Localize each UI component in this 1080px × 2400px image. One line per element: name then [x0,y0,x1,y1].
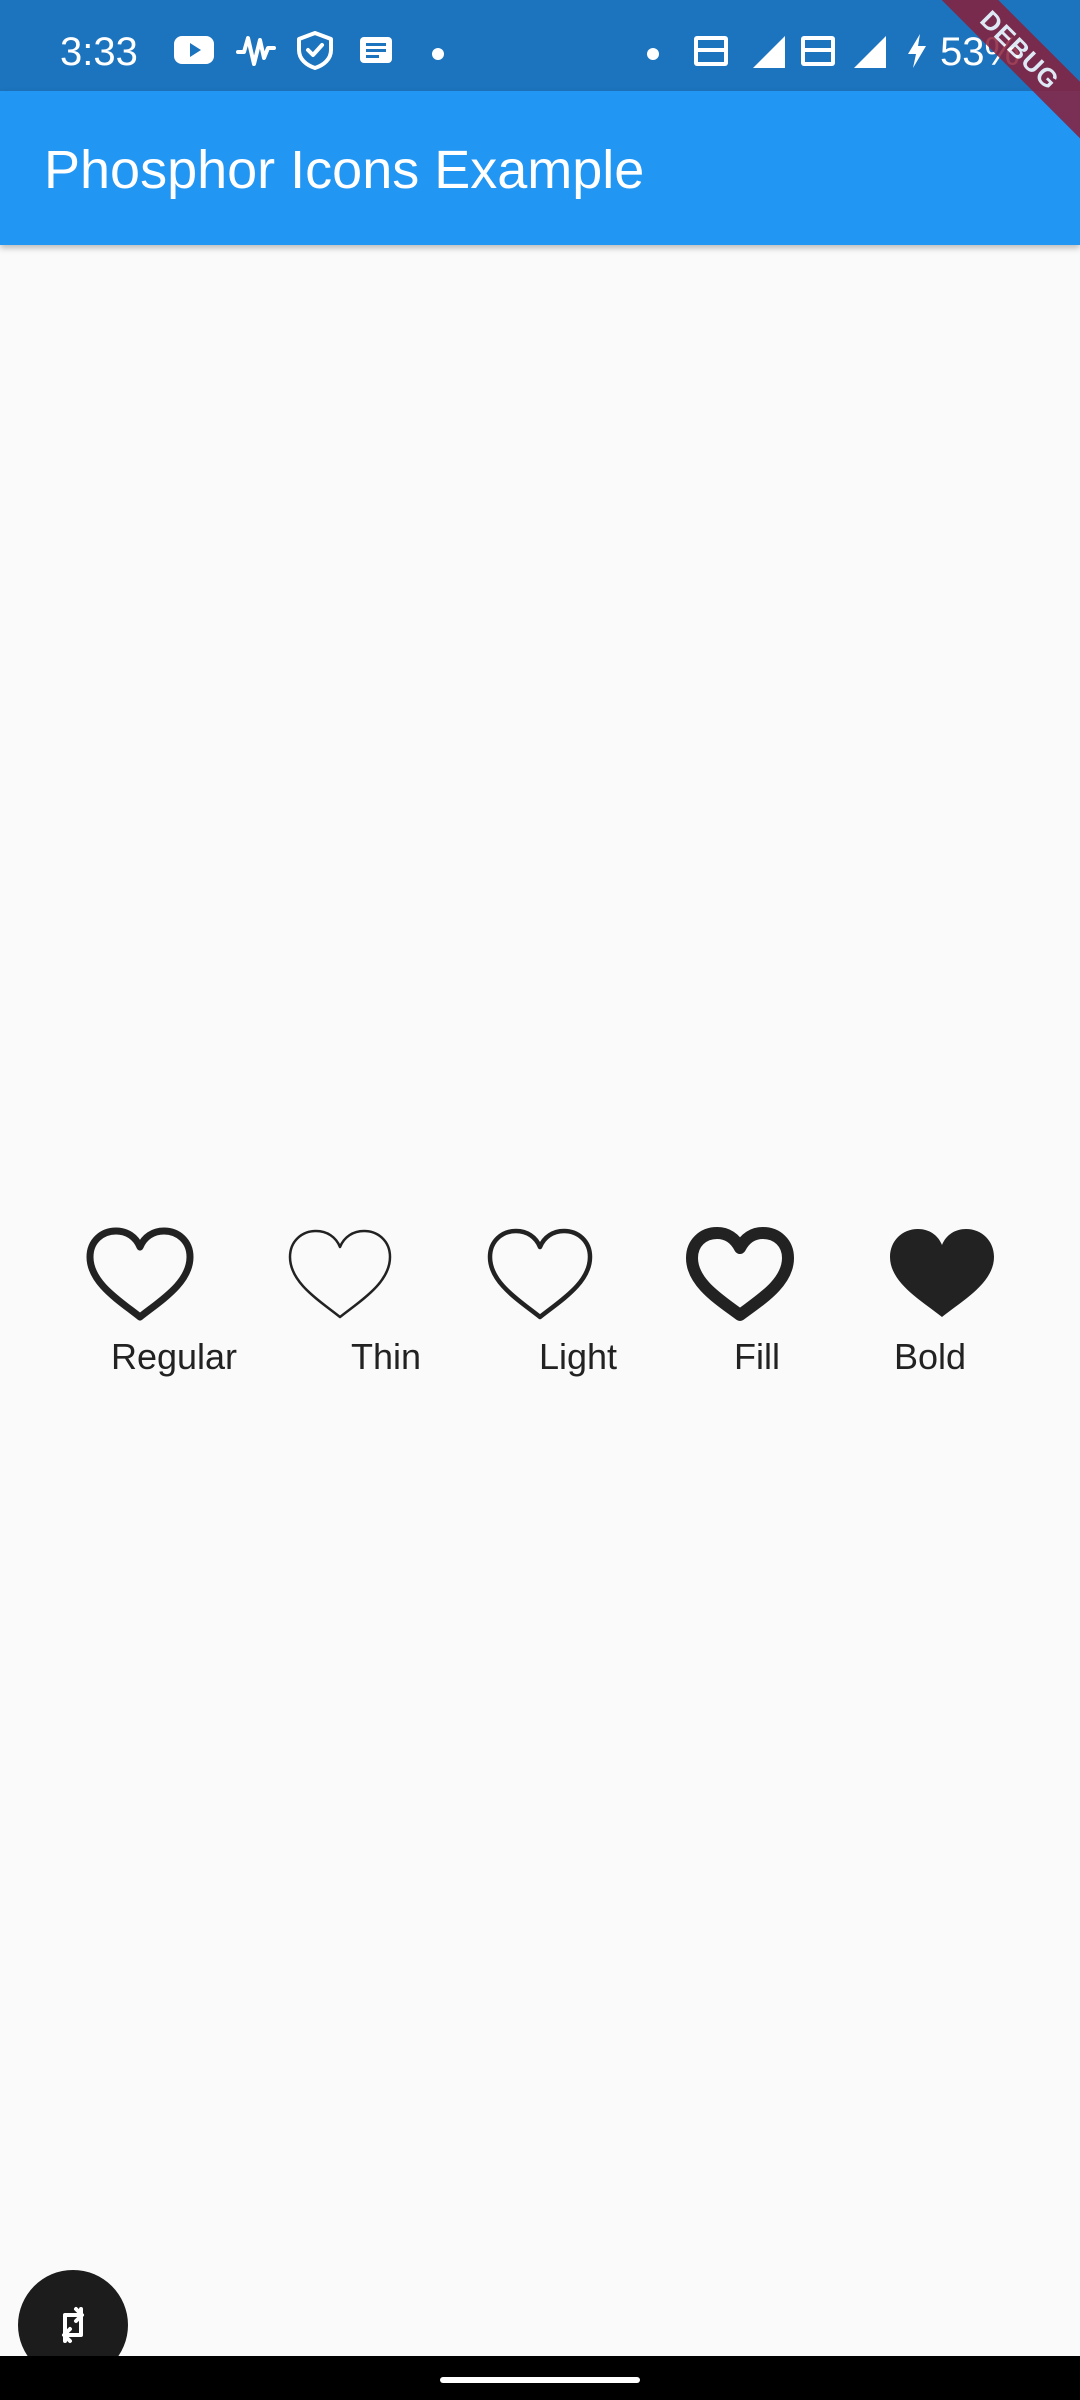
heart-bold-icon [680,1225,800,1325]
volte-icon [801,36,835,66]
weight-label-light: Light [538,1336,618,1377]
shield-check-icon [297,31,333,70]
navigation-bar [0,2356,1080,2400]
home-gesture-handle[interactable] [440,2377,640,2383]
status-bar: 3:33 53% [0,0,1080,91]
status-time: 3:33 [60,30,138,74]
weight-label-bold: Bold [893,1336,967,1377]
weight-label-fill: Fill [734,1336,780,1377]
swap-icon [62,2307,84,2343]
weight-label-thin: Thin [350,1336,422,1377]
volte-icon [694,36,728,66]
page-title: Phosphor Icons Example [44,140,645,200]
heart-thin-icon [280,1225,400,1325]
signal-roaming-icon [753,36,785,68]
dot-icon [647,48,659,60]
heart-fill-icon [882,1225,1002,1325]
dot-icon [432,48,444,60]
signal-icon [854,36,886,68]
audio-wave-icon [236,36,276,66]
message-icon [360,37,392,63]
heart-regular-icon [80,1225,200,1325]
app-bar: Phosphor Icons Example [0,91,1080,245]
weight-label-regular: Regular [110,1336,238,1377]
charging-icon [908,34,926,68]
heart-light-icon [480,1225,600,1325]
youtube-icon [174,36,214,64]
